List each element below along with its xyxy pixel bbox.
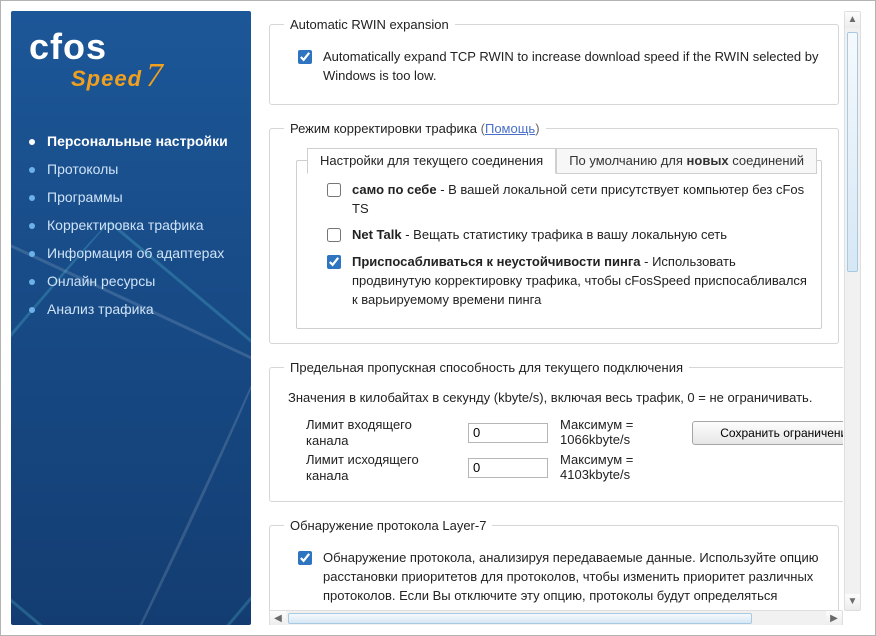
- sidebar-item-label: Информация об адаптерах: [47, 245, 224, 261]
- opt-ping-variance-label: Приспосабливаться к неустойчивости пинга…: [352, 253, 809, 310]
- opt-ping-variance-checkbox[interactable]: [327, 255, 341, 269]
- sidebar-item-label: Корректировка трафика: [47, 217, 203, 233]
- limit-outbound-max: Максимум = 4103kbyte/s: [560, 453, 680, 483]
- sidebar: cfos Speed7 Персональные настройки Прото…: [11, 11, 251, 625]
- layer7-checkbox-label: Обнаружение протокола, анализируя переда…: [323, 549, 824, 611]
- tabs-bar: Настройки для текущего соединения По умо…: [307, 147, 817, 173]
- opt-self-checkbox[interactable]: [327, 183, 341, 197]
- sidebar-item-label: Протоколы: [47, 161, 118, 177]
- sidebar-item-personal[interactable]: Персональные настройки: [11, 127, 251, 155]
- limit-inbound-label: Лимит входящего канала: [306, 417, 456, 448]
- save-limits-button[interactable]: Сохранить ограничения: [692, 421, 843, 445]
- group-layer7-legend: Обнаружение протокола Layer-7: [284, 518, 492, 533]
- tab-new-connections[interactable]: По умолчанию для новых соединений: [556, 148, 817, 174]
- sidebar-item-online[interactable]: Онлайн ресурсы: [11, 267, 251, 295]
- opt-nettalk-label: Net Talk - Вещать статистику трафика в в…: [352, 226, 809, 245]
- content-scroll: Automatic RWIN expansion Automatically e…: [269, 11, 843, 611]
- sidebar-item-shaping[interactable]: Корректировка трафика: [11, 211, 251, 239]
- scroll-down-arrow-icon[interactable]: ▼: [845, 594, 860, 610]
- scroll-left-arrow-icon[interactable]: ◀: [270, 611, 286, 625]
- traffic-mode-legend-text: Режим корректировки трафика: [290, 121, 477, 136]
- group-traffic-mode: Режим корректировки трафика (Помощь) Нас…: [269, 121, 839, 344]
- group-rwin-legend: Automatic RWIN expansion: [284, 17, 455, 32]
- scroll-v-track[interactable]: [845, 28, 860, 594]
- limit-outbound-input[interactable]: [468, 458, 548, 478]
- traffic-mode-help-link[interactable]: Помощь: [485, 121, 535, 136]
- scroll-up-arrow-icon[interactable]: ▲: [845, 12, 860, 28]
- logo-subbrand: Speed7: [71, 57, 233, 95]
- scroll-h-track[interactable]: [286, 611, 826, 625]
- opt-self-label: само по себе - В вашей локальной сети пр…: [352, 181, 809, 219]
- sidebar-item-adapters[interactable]: Информация об адаптерах: [11, 239, 251, 267]
- limits-note: Значения в килобайтах в секунду (kbyte/s…: [288, 389, 843, 407]
- group-limits: Предельная пропускная способность для те…: [269, 360, 843, 503]
- sidebar-item-programs[interactable]: Программы: [11, 183, 251, 211]
- limit-inbound-input[interactable]: [468, 423, 548, 443]
- limit-row-inbound: Лимит входящего канала Максимум = 1066kb…: [306, 417, 843, 448]
- rwin-checkbox[interactable]: [298, 50, 312, 64]
- app-window: cfos Speed7 Персональные настройки Прото…: [0, 0, 876, 636]
- group-limits-legend: Предельная пропускная способность для те…: [284, 360, 689, 375]
- group-rwin: Automatic RWIN expansion Automatically e…: [269, 17, 839, 105]
- sidebar-nav: Персональные настройки Протоколы Програм…: [11, 121, 251, 323]
- logo-version: 7: [146, 57, 164, 94]
- rwin-checkbox-label: Automatically expand TCP RWIN to increas…: [323, 48, 824, 86]
- logo: cfos Speed7: [11, 11, 251, 121]
- limit-inbound-max: Максимум = 1066kbyte/s: [560, 418, 680, 448]
- sidebar-item-label: Персональные настройки: [47, 133, 228, 149]
- limit-outbound-label: Лимит исходящего канала: [306, 452, 456, 483]
- tabs-container: Настройки для текущего соединения По умо…: [296, 160, 822, 329]
- scroll-v-thumb[interactable]: [847, 32, 858, 272]
- group-traffic-mode-legend: Режим корректировки трафика (Помощь): [284, 121, 546, 136]
- sidebar-item-protocols[interactable]: Протоколы: [11, 155, 251, 183]
- sidebar-item-analysis[interactable]: Анализ трафика: [11, 295, 251, 323]
- opt-nettalk-checkbox[interactable]: [327, 228, 341, 242]
- group-layer7: Обнаружение протокола Layer-7 Обнаружени…: [269, 518, 839, 611]
- layout: cfos Speed7 Персональные настройки Прото…: [11, 11, 865, 625]
- sidebar-item-label: Анализ трафика: [47, 301, 154, 317]
- vertical-scrollbar[interactable]: ▲ ▼: [844, 11, 861, 611]
- tab-current-connection[interactable]: Настройки для текущего соединения: [307, 148, 556, 174]
- limit-row-outbound: Лимит исходящего канала Максимум = 4103k…: [306, 452, 843, 483]
- horizontal-scrollbar[interactable]: ◀ ▶: [269, 610, 843, 625]
- logo-sub-text: Speed: [71, 66, 142, 91]
- sidebar-item-label: Программы: [47, 189, 123, 205]
- scroll-right-arrow-icon[interactable]: ▶: [826, 611, 842, 625]
- sidebar-item-label: Онлайн ресурсы: [47, 273, 155, 289]
- main-panel: Automatic RWIN expansion Automatically e…: [251, 11, 865, 625]
- scroll-h-thumb[interactable]: [288, 613, 752, 624]
- layer7-checkbox[interactable]: [298, 551, 312, 565]
